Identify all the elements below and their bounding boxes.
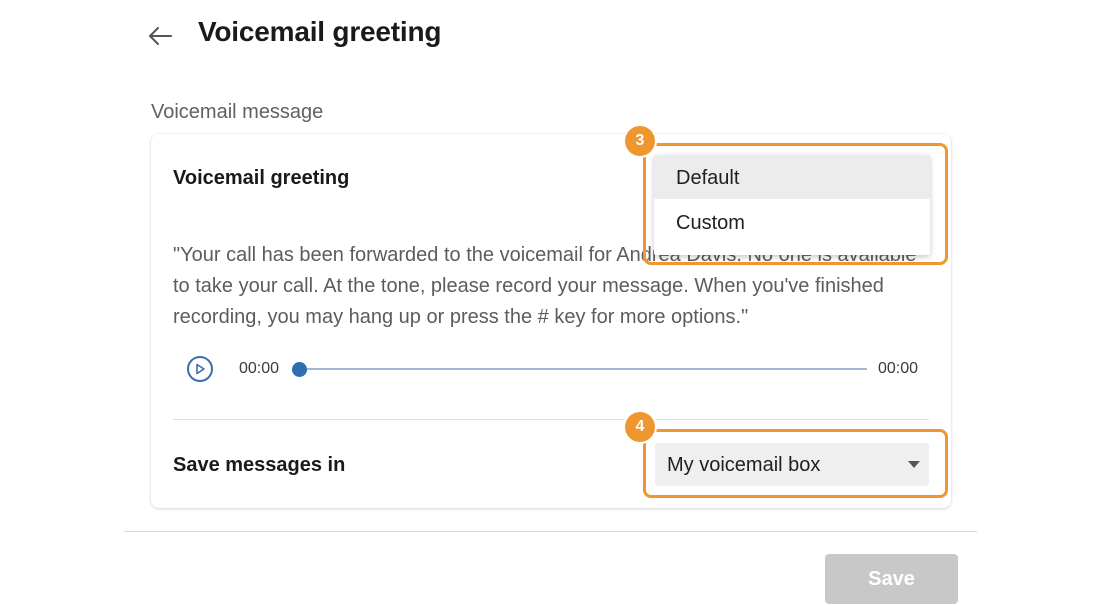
save-button[interactable]: Save xyxy=(825,554,958,604)
play-icon xyxy=(196,363,205,375)
progress-knob[interactable] xyxy=(292,362,307,377)
voicemail-greeting-page: Voicemail greeting Voicemail message Voi… xyxy=(0,0,1100,605)
divider xyxy=(173,419,929,420)
greeting-label: Voicemail greeting xyxy=(173,167,350,189)
back-button[interactable] xyxy=(144,20,176,52)
save-in-label: Save messages in xyxy=(173,454,346,476)
arrow-left-icon xyxy=(149,27,172,45)
play-button[interactable] xyxy=(187,356,213,382)
highlight-4 xyxy=(643,429,948,498)
progress-track[interactable] xyxy=(299,368,867,370)
step-badge-4: 4 xyxy=(625,412,655,442)
section-label: Voicemail message xyxy=(151,101,324,123)
page-title: Voicemail greeting xyxy=(198,16,442,47)
total-time: 00:00 xyxy=(878,360,919,377)
step-badge-3: 3 xyxy=(625,126,655,156)
current-time: 00:00 xyxy=(239,360,280,377)
highlight-3 xyxy=(643,143,948,265)
footer-divider xyxy=(124,531,977,532)
